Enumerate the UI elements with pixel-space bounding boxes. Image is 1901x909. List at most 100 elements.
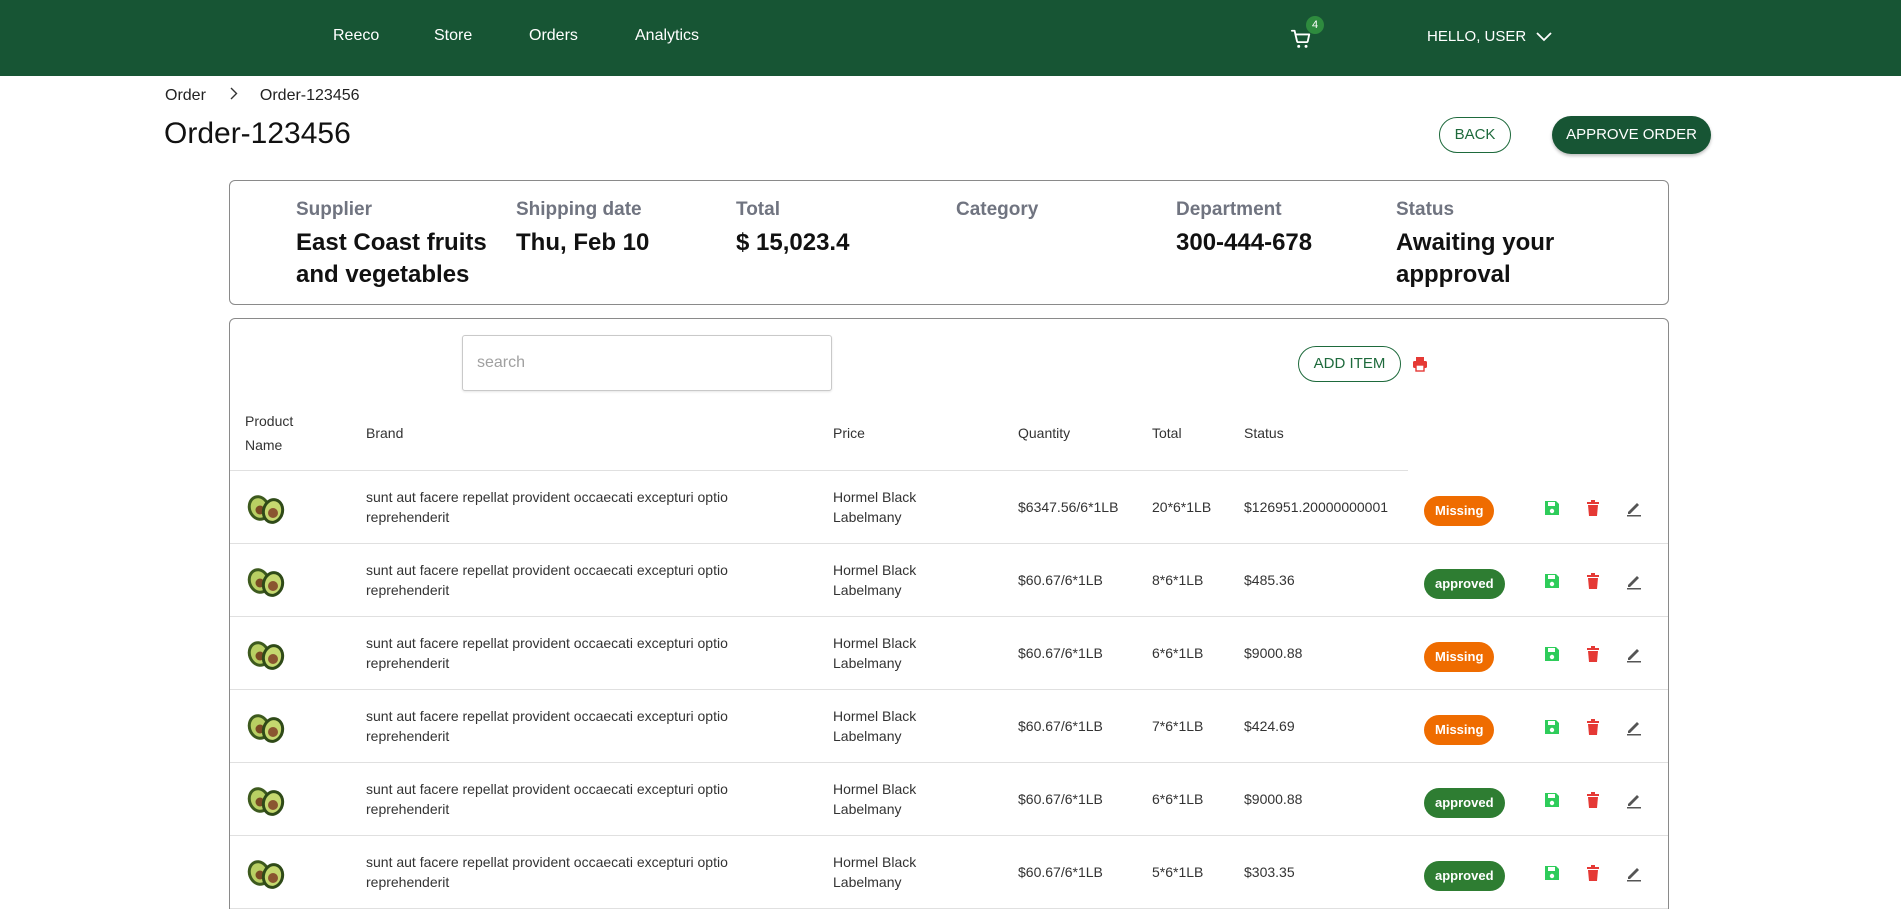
summary-supplier: Supplier East Coast fruits and vegetable… — [296, 199, 496, 291]
cell-brand: Hormel Black Labelmany — [833, 635, 917, 671]
trash-icon[interactable] — [1584, 499, 1602, 517]
table-row: sunt aut facere repellat provident occae… — [230, 690, 1668, 763]
table-row: sunt aut facere repellat provident occae… — [230, 617, 1668, 690]
cart-count-badge: 4 — [1306, 16, 1324, 34]
pencil-icon[interactable] — [1625, 791, 1643, 809]
save-icon[interactable] — [1543, 718, 1561, 736]
header-status: Status — [1244, 425, 1284, 441]
breadcrumb-parent[interactable]: Order — [165, 87, 206, 105]
summary-label: Department — [1176, 199, 1282, 220]
cell-brand: Hormel Black Labelmany — [833, 781, 917, 817]
summary-value: $ 15,023.4 — [736, 229, 850, 256]
pencil-icon[interactable] — [1625, 864, 1643, 882]
save-icon[interactable] — [1543, 791, 1561, 809]
status-badge: Missing — [1424, 715, 1495, 745]
pencil-icon[interactable] — [1625, 499, 1643, 517]
header-quantity: Quantity — [1018, 425, 1071, 441]
breadcrumb: Order Order-123456 — [165, 87, 360, 105]
trash-icon[interactable] — [1584, 572, 1602, 590]
cart-button[interactable]: 4 — [1290, 16, 1324, 50]
cell-quantity: 20*6*1LB — [1152, 499, 1212, 515]
summary-value: Awaiting your appproval — [1396, 229, 1555, 288]
summary-shipping: Shipping date Thu, Feb 10 — [516, 199, 716, 259]
pencil-icon[interactable] — [1625, 718, 1643, 736]
user-greeting: HELLO, USER — [1427, 28, 1527, 45]
chevron-right-icon — [230, 87, 238, 105]
header-total: Total — [1152, 425, 1182, 441]
cell-total: $9000.88 — [1244, 791, 1303, 807]
product-image — [246, 637, 286, 671]
trash-icon[interactable] — [1584, 645, 1602, 663]
table-row: sunt aut facere repellat provident occae… — [230, 836, 1668, 909]
breadcrumb-current: Order-123456 — [259, 87, 360, 104]
table-row: sunt aut facere repellat provident occae… — [230, 763, 1668, 836]
order-items-card: ADD ITEM Product Name Brand Price Quanti… — [229, 318, 1669, 909]
cell-price: $6347.56/6*1LB — [1018, 499, 1119, 515]
cell-brand: Hormel Black Labelmany — [833, 854, 917, 890]
save-icon[interactable] — [1543, 864, 1561, 882]
cell-price: $60.67/6*1LB — [1018, 718, 1103, 734]
status-badge: approved — [1424, 861, 1505, 891]
summary-label: Shipping date — [516, 199, 642, 220]
chevron-down-icon — [1536, 31, 1552, 41]
cell-price: $60.67/6*1LB — [1018, 572, 1103, 588]
cell-price: $60.67/6*1LB — [1018, 791, 1103, 807]
cell-total: $9000.88 — [1244, 645, 1303, 661]
product-image — [246, 710, 286, 744]
summary-label: Category — [956, 199, 1039, 220]
cell-product-name: sunt aut facere repellat provident occae… — [366, 489, 728, 525]
status-badge: Missing — [1424, 496, 1495, 526]
summary-department: Department 300-444-678 — [1176, 199, 1376, 259]
table-row: sunt aut facere repellat provident occae… — [230, 471, 1668, 544]
cell-brand: Hormel Black Labelmany — [833, 489, 917, 525]
save-icon[interactable] — [1543, 645, 1561, 663]
cell-total: $424.69 — [1244, 718, 1295, 734]
user-menu[interactable]: HELLO, USER — [1427, 28, 1552, 45]
summary-category: Category — [956, 199, 1156, 227]
search-input[interactable] — [462, 335, 832, 391]
cell-quantity: 8*6*1LB — [1152, 572, 1204, 588]
header-brand: Brand — [366, 425, 404, 441]
nav-link-reeco[interactable]: Reeco — [333, 27, 379, 45]
trash-icon[interactable] — [1584, 864, 1602, 882]
product-image — [246, 856, 286, 890]
cell-product-name: sunt aut facere repellat provident occae… — [366, 854, 728, 890]
header-price: Price — [833, 425, 865, 441]
cell-product-name: sunt aut facere repellat provident occae… — [366, 635, 728, 671]
order-summary-card: Supplier East Coast fruits and vegetable… — [229, 180, 1669, 305]
cell-quantity: 6*6*1LB — [1152, 645, 1204, 661]
printer-icon[interactable] — [1412, 356, 1428, 372]
cell-quantity: 7*6*1LB — [1152, 718, 1204, 734]
status-badge: approved — [1424, 788, 1505, 818]
summary-label: Status — [1396, 199, 1455, 220]
summary-total: Total $ 15,023.4 — [736, 199, 936, 259]
save-icon[interactable] — [1543, 499, 1561, 517]
table-row: sunt aut facere repellat provident occae… — [230, 544, 1668, 617]
add-item-button[interactable]: ADD ITEM — [1298, 346, 1401, 382]
save-icon[interactable] — [1543, 572, 1561, 590]
pencil-icon[interactable] — [1625, 645, 1643, 663]
nav-link-analytics[interactable]: Analytics — [635, 27, 699, 45]
nav-link-store[interactable]: Store — [434, 27, 472, 45]
cell-total: $485.36 — [1244, 572, 1295, 588]
trash-icon[interactable] — [1584, 791, 1602, 809]
summary-value: Thu, Feb 10 — [516, 229, 650, 256]
cell-quantity: 6*6*1LB — [1152, 791, 1204, 807]
cell-brand: Hormel Black Labelmany — [833, 562, 917, 598]
nav-link-orders[interactable]: Orders — [529, 27, 578, 45]
approve-order-button[interactable]: APPROVE ORDER — [1552, 116, 1711, 154]
top-navbar: Reeco Store Orders Analytics 4 HELLO, US… — [0, 0, 1901, 76]
back-button[interactable]: BACK — [1439, 117, 1511, 153]
summary-label: Supplier — [296, 199, 373, 220]
cell-product-name: sunt aut facere repellat provident occae… — [366, 708, 728, 744]
product-image — [246, 491, 286, 525]
summary-status: Status Awaiting your appproval — [1396, 199, 1606, 291]
cell-quantity: 5*6*1LB — [1152, 864, 1204, 880]
pencil-icon[interactable] — [1625, 572, 1643, 590]
summary-value: 300-444-678 — [1176, 229, 1313, 256]
product-image — [246, 564, 286, 598]
cell-total: $126951.20000000001 — [1244, 499, 1389, 515]
status-badge: Missing — [1424, 642, 1495, 672]
trash-icon[interactable] — [1584, 718, 1602, 736]
cell-product-name: sunt aut facere repellat provident occae… — [366, 781, 728, 817]
